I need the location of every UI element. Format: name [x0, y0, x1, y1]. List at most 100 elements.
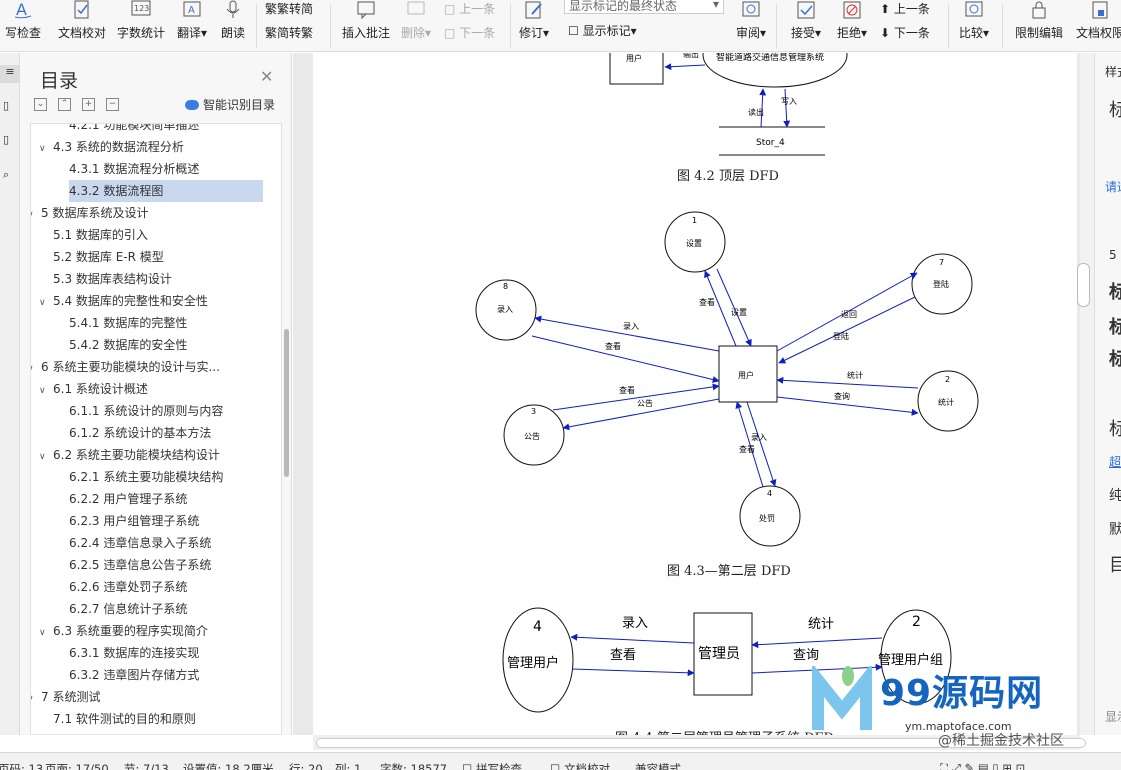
reject-button[interactable]: 拒绝▾ — [834, 0, 870, 51]
page-thumb-icon[interactable]: ▯ — [3, 133, 9, 146]
search-icon[interactable]: ⌕ — [3, 168, 9, 182]
trad-to-simp-label: 繁转简 — [277, 2, 314, 16]
bookmark-icon[interactable]: ▯ — [3, 99, 9, 112]
next-comment-button[interactable]: □ 下一条 — [444, 24, 495, 41]
style-toc[interactable]: 目 — [1109, 551, 1121, 577]
process-3-label: 公告 — [524, 431, 540, 441]
toc-item[interactable]: ∨7 系统测试 — [31, 686, 100, 710]
collapse-all-icon[interactable]: ⌄ — [34, 98, 47, 111]
toc-item[interactable]: 5.4.1 数据库的完整性 — [69, 312, 187, 334]
toc-item[interactable]: 7.1 软件测试的目的和原则 — [53, 708, 196, 730]
toc-item[interactable]: 6.2.2 用户管理子系统 — [69, 488, 187, 510]
style-request-link[interactable]: 请选 — [1105, 178, 1121, 195]
toc-item[interactable]: 5.4.2 数据库的安全性 — [69, 334, 187, 356]
revise-icon — [525, 1, 542, 19]
review-label: 审阅▾ — [735, 26, 767, 40]
chevron-down-icon[interactable]: ∨ — [31, 358, 41, 380]
toc-item[interactable]: 6.2.4 违章信息录入子系统 — [69, 532, 211, 554]
chevron-down-icon[interactable]: ∨ — [39, 380, 53, 402]
toc-item[interactable]: 5.3 数据库表结构设计 — [53, 268, 172, 290]
status-spell-check[interactable]: ☐ 拼写检查 — [462, 761, 522, 770]
prev-comment-button[interactable]: □ 上一条 — [444, 0, 495, 17]
style-heading-3[interactable]: 标 — [1109, 345, 1121, 371]
accept-button[interactable]: 接受▾ — [788, 0, 824, 51]
toc-item[interactable]: 4.3.1 数据流程分析概述 — [69, 158, 199, 180]
translate-button[interactable]: A 翻译▾ — [174, 0, 210, 51]
revise-button[interactable]: 修订▾ — [516, 0, 552, 51]
top-read-label: 读出 — [748, 107, 764, 117]
toc-item[interactable]: 6.3.2 违章图片存储方式 — [69, 664, 199, 686]
smart-toc-label: 智能识别目录 — [203, 98, 276, 112]
doc-permission-icon — [1092, 1, 1108, 19]
show-markup-button[interactable]: ☐ 显示标记▾ — [568, 22, 637, 39]
toc-item[interactable]: ∨ 4.3 系统的数据流程分析 — [39, 136, 184, 158]
style-preview-1[interactable]: 标 — [1109, 96, 1121, 122]
toc-item[interactable]: 6.1.2 系统设计的基本方法 — [69, 422, 211, 444]
remove-heading-icon[interactable]: − — [106, 98, 119, 111]
chevron-down-icon[interactable]: ∨ — [39, 138, 53, 160]
markup-state-select[interactable]: 显示标记的最终状态 ▾ — [564, 0, 724, 14]
next-change-button[interactable]: ⬇ 下一条 — [880, 24, 930, 41]
toc-item[interactable]: ∨ 6.2 系统主要功能模块结构设计 — [39, 444, 220, 466]
toc-item[interactable]: ∨ 6.1 系统设计概述 — [39, 378, 148, 400]
toc-item[interactable]: 6.2.3 用户组管理子系统 — [69, 510, 199, 532]
chevron-down-icon[interactable]: ∨ — [31, 688, 41, 710]
simp-to-trad-button[interactable]: 繁简转繁 — [265, 24, 313, 41]
accept-icon — [797, 1, 815, 19]
toc-item[interactable]: 6.2.1 系统主要功能模块结构 — [69, 466, 223, 488]
toc-item[interactable]: 4.2.1 功能模块简单描述 — [69, 124, 199, 136]
restrict-editing-button[interactable]: 限制编辑 — [1012, 0, 1066, 51]
style-hyperlink[interactable]: 超 — [1109, 453, 1121, 470]
status-proof[interactable]: ☐ 文档校对 — [550, 761, 610, 770]
delete-comment-button[interactable]: 删除▾ — [398, 0, 434, 51]
style-heading-2[interactable]: 标 — [1109, 313, 1121, 339]
read-aloud-button[interactable]: 朗读 — [218, 0, 248, 51]
smart-toc-button[interactable]: 智能识别目录 — [185, 96, 275, 113]
toc-item[interactable]: ∨6 系统主要功能模块的设计与实... — [31, 356, 220, 380]
status-view-icons[interactable]: ⛶ ⤢ ✎ ▤ ▯ ⊞ ⊡ — [940, 761, 1025, 770]
doc-permission-button[interactable]: 文档权限 — [1072, 0, 1121, 51]
toc-panel-icon[interactable]: ≡ — [0, 65, 20, 83]
label-tongji: 统计 — [847, 370, 863, 380]
chevron-down-icon[interactable]: ∨ — [31, 204, 41, 226]
toc-item[interactable]: 6.2.5 违章信息公告子系统 — [69, 554, 211, 576]
translate-label: 翻译▾ — [174, 24, 210, 41]
toc-item-label: 7.1 软件测试的目的和原则 — [53, 712, 196, 726]
word-count-button[interactable]: 123 字数统计 — [116, 0, 166, 51]
add-heading-icon[interactable]: + — [82, 98, 95, 111]
toc-item[interactable]: 5.1 数据库的引入 — [53, 224, 148, 246]
insert-comment-button[interactable]: 插入批注 — [340, 0, 392, 51]
vertical-scrollbar[interactable] — [1080, 53, 1094, 735]
style-plain-text[interactable]: 纯 — [1109, 485, 1121, 505]
expand-all-icon[interactable]: ⌃ — [58, 98, 71, 111]
toc-item[interactable]: ∨ 5.4 数据库的完整性和安全性 — [39, 290, 208, 312]
doc-proof-button[interactable]: 文档校对 — [57, 0, 107, 51]
chevron-down-icon[interactable]: ∨ — [39, 292, 53, 314]
chevron-down-icon[interactable]: ∨ — [39, 622, 53, 644]
toolbar-divider — [330, 4, 331, 48]
trad-to-simp-button[interactable]: 繁繁转简 — [265, 0, 313, 17]
toc-item[interactable]: 6.1.1 系统设计的原则与内容 — [69, 400, 223, 422]
toc-item[interactable]: 5.2 数据库 E-R 模型 — [53, 246, 164, 268]
status-words[interactable]: 字数: 18577 — [380, 761, 447, 770]
toc-item[interactable]: 6.3.1 数据库的连接实现 — [69, 642, 199, 664]
chevron-down-icon[interactable]: ∨ — [39, 446, 53, 468]
toc-scrollbar[interactable] — [284, 329, 289, 477]
toc-item[interactable]: 6.2.7 信息统计子系统 — [69, 598, 187, 620]
read-aloud-label: 朗读 — [220, 26, 245, 40]
toc-item[interactable]: 4.3.2 数据流程图 — [69, 180, 263, 202]
compare-button[interactable]: 比较▾ — [956, 0, 992, 51]
toc-item[interactable]: 6.2.6 违章处罚子系统 — [69, 576, 187, 598]
review-icon — [742, 1, 760, 17]
vertical-scroll-thumb[interactable] — [1077, 263, 1090, 307]
toc-item[interactable]: ∨5 数据库系统及设计 — [31, 202, 148, 226]
review-button[interactable]: 审阅▾ — [734, 0, 768, 51]
style-heading-1[interactable]: 标 — [1109, 278, 1121, 304]
style-default[interactable]: 默 — [1109, 519, 1121, 539]
close-icon[interactable]: ✕ — [260, 67, 273, 86]
prev-change-button[interactable]: ⬆ 上一条 — [880, 0, 930, 17]
toc-item[interactable]: ∨ 6.3 系统重要的程序实现简介 — [39, 620, 208, 642]
spell-check-button[interactable]: A 写检查 — [0, 0, 46, 51]
toc-item-label: 6 系统主要功能模块的设计与实... — [41, 360, 220, 374]
style-heading-4[interactable]: 标 — [1109, 415, 1121, 441]
